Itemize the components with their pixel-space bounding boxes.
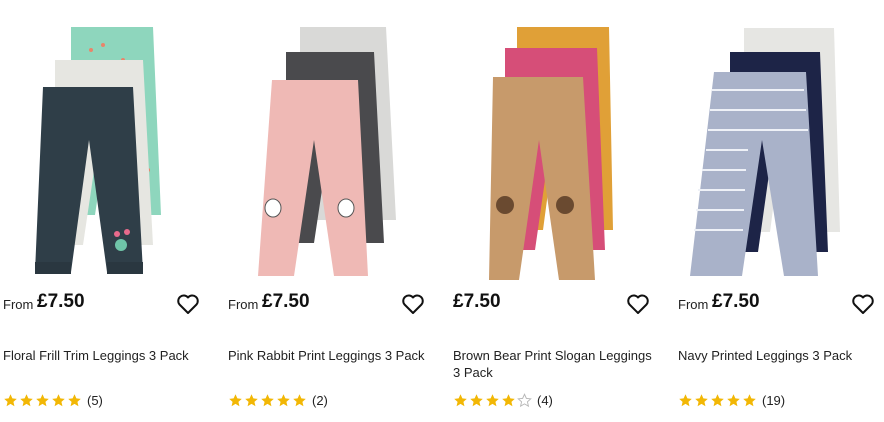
price: £7.50 (453, 291, 501, 312)
product-image-rabbit-leggings[interactable] (228, 0, 433, 286)
from-label: From (228, 297, 259, 312)
star-icon (727, 393, 740, 406)
star-icon (293, 393, 306, 406)
review-count: (5) (87, 392, 103, 408)
star-icon (679, 393, 692, 406)
star-icon (20, 393, 33, 406)
star-rating (453, 392, 532, 408)
product-card[interactable]: From £7.50 Pink Rabbit Print Leggings 3 … (228, 0, 443, 422)
star-icon (68, 393, 81, 406)
product-image-navy-leggings[interactable] (678, 0, 883, 286)
star-icon (261, 393, 274, 406)
review-count: (2) (312, 392, 328, 408)
from-label: From (3, 297, 34, 312)
star-rating (228, 393, 307, 408)
wishlist-heart-icon[interactable] (176, 292, 200, 316)
star-icon (245, 393, 258, 406)
star-icon (743, 393, 756, 406)
price: £7.50 (37, 291, 85, 312)
star-icon (52, 393, 65, 406)
review-count: (19) (762, 392, 786, 408)
star-icon (502, 393, 515, 406)
star-icon (470, 393, 483, 406)
star-rating (678, 393, 757, 408)
from-label: From (678, 297, 709, 312)
rating: (4) (453, 392, 553, 408)
product-card[interactable]: £7.50 Brown Bear Print Slogan Leggings 3… (453, 0, 668, 422)
product-title[interactable]: Floral Frill Trim Leggings 3 Pack (3, 347, 208, 364)
wishlist-heart-icon[interactable] (401, 292, 425, 316)
price: £7.50 (262, 291, 310, 312)
rating: (2) (228, 392, 328, 408)
product-title[interactable]: Brown Bear Print Slogan Leggings 3 Pack (453, 347, 658, 381)
price-row: From £7.50 (3, 290, 208, 318)
product-card[interactable]: From £7.50 Navy Printed Leggings 3 Pack … (678, 0, 884, 422)
star-icon (36, 393, 49, 406)
product-card[interactable]: From £7.50 Floral Frill Trim Leggings 3 … (3, 0, 218, 422)
price-row: £7.50 (453, 290, 658, 318)
rating: (19) (678, 392, 785, 408)
price-row: From £7.50 (228, 290, 433, 318)
product-title[interactable]: Navy Printed Leggings 3 Pack (678, 347, 883, 364)
star-icon (229, 393, 242, 406)
star-icon (695, 393, 708, 406)
rating: (5) (3, 392, 103, 408)
product-image-bear-leggings[interactable] (453, 0, 658, 286)
review-count: (4) (537, 392, 553, 408)
wishlist-heart-icon[interactable] (851, 292, 875, 316)
star-icon (486, 393, 499, 406)
price-row: From £7.50 (678, 290, 883, 318)
product-image-floral-leggings[interactable] (3, 0, 208, 286)
wishlist-heart-icon[interactable] (626, 292, 650, 316)
star-icon (711, 393, 724, 406)
star-icon (277, 393, 290, 406)
product-grid: From £7.50 Floral Frill Trim Leggings 3 … (0, 0, 884, 422)
star-icon (4, 393, 17, 406)
star-icon (454, 393, 467, 406)
star-empty-icon (517, 392, 532, 407)
price: £7.50 (712, 291, 760, 312)
star-rating (3, 393, 82, 408)
product-title[interactable]: Pink Rabbit Print Leggings 3 Pack (228, 347, 433, 364)
